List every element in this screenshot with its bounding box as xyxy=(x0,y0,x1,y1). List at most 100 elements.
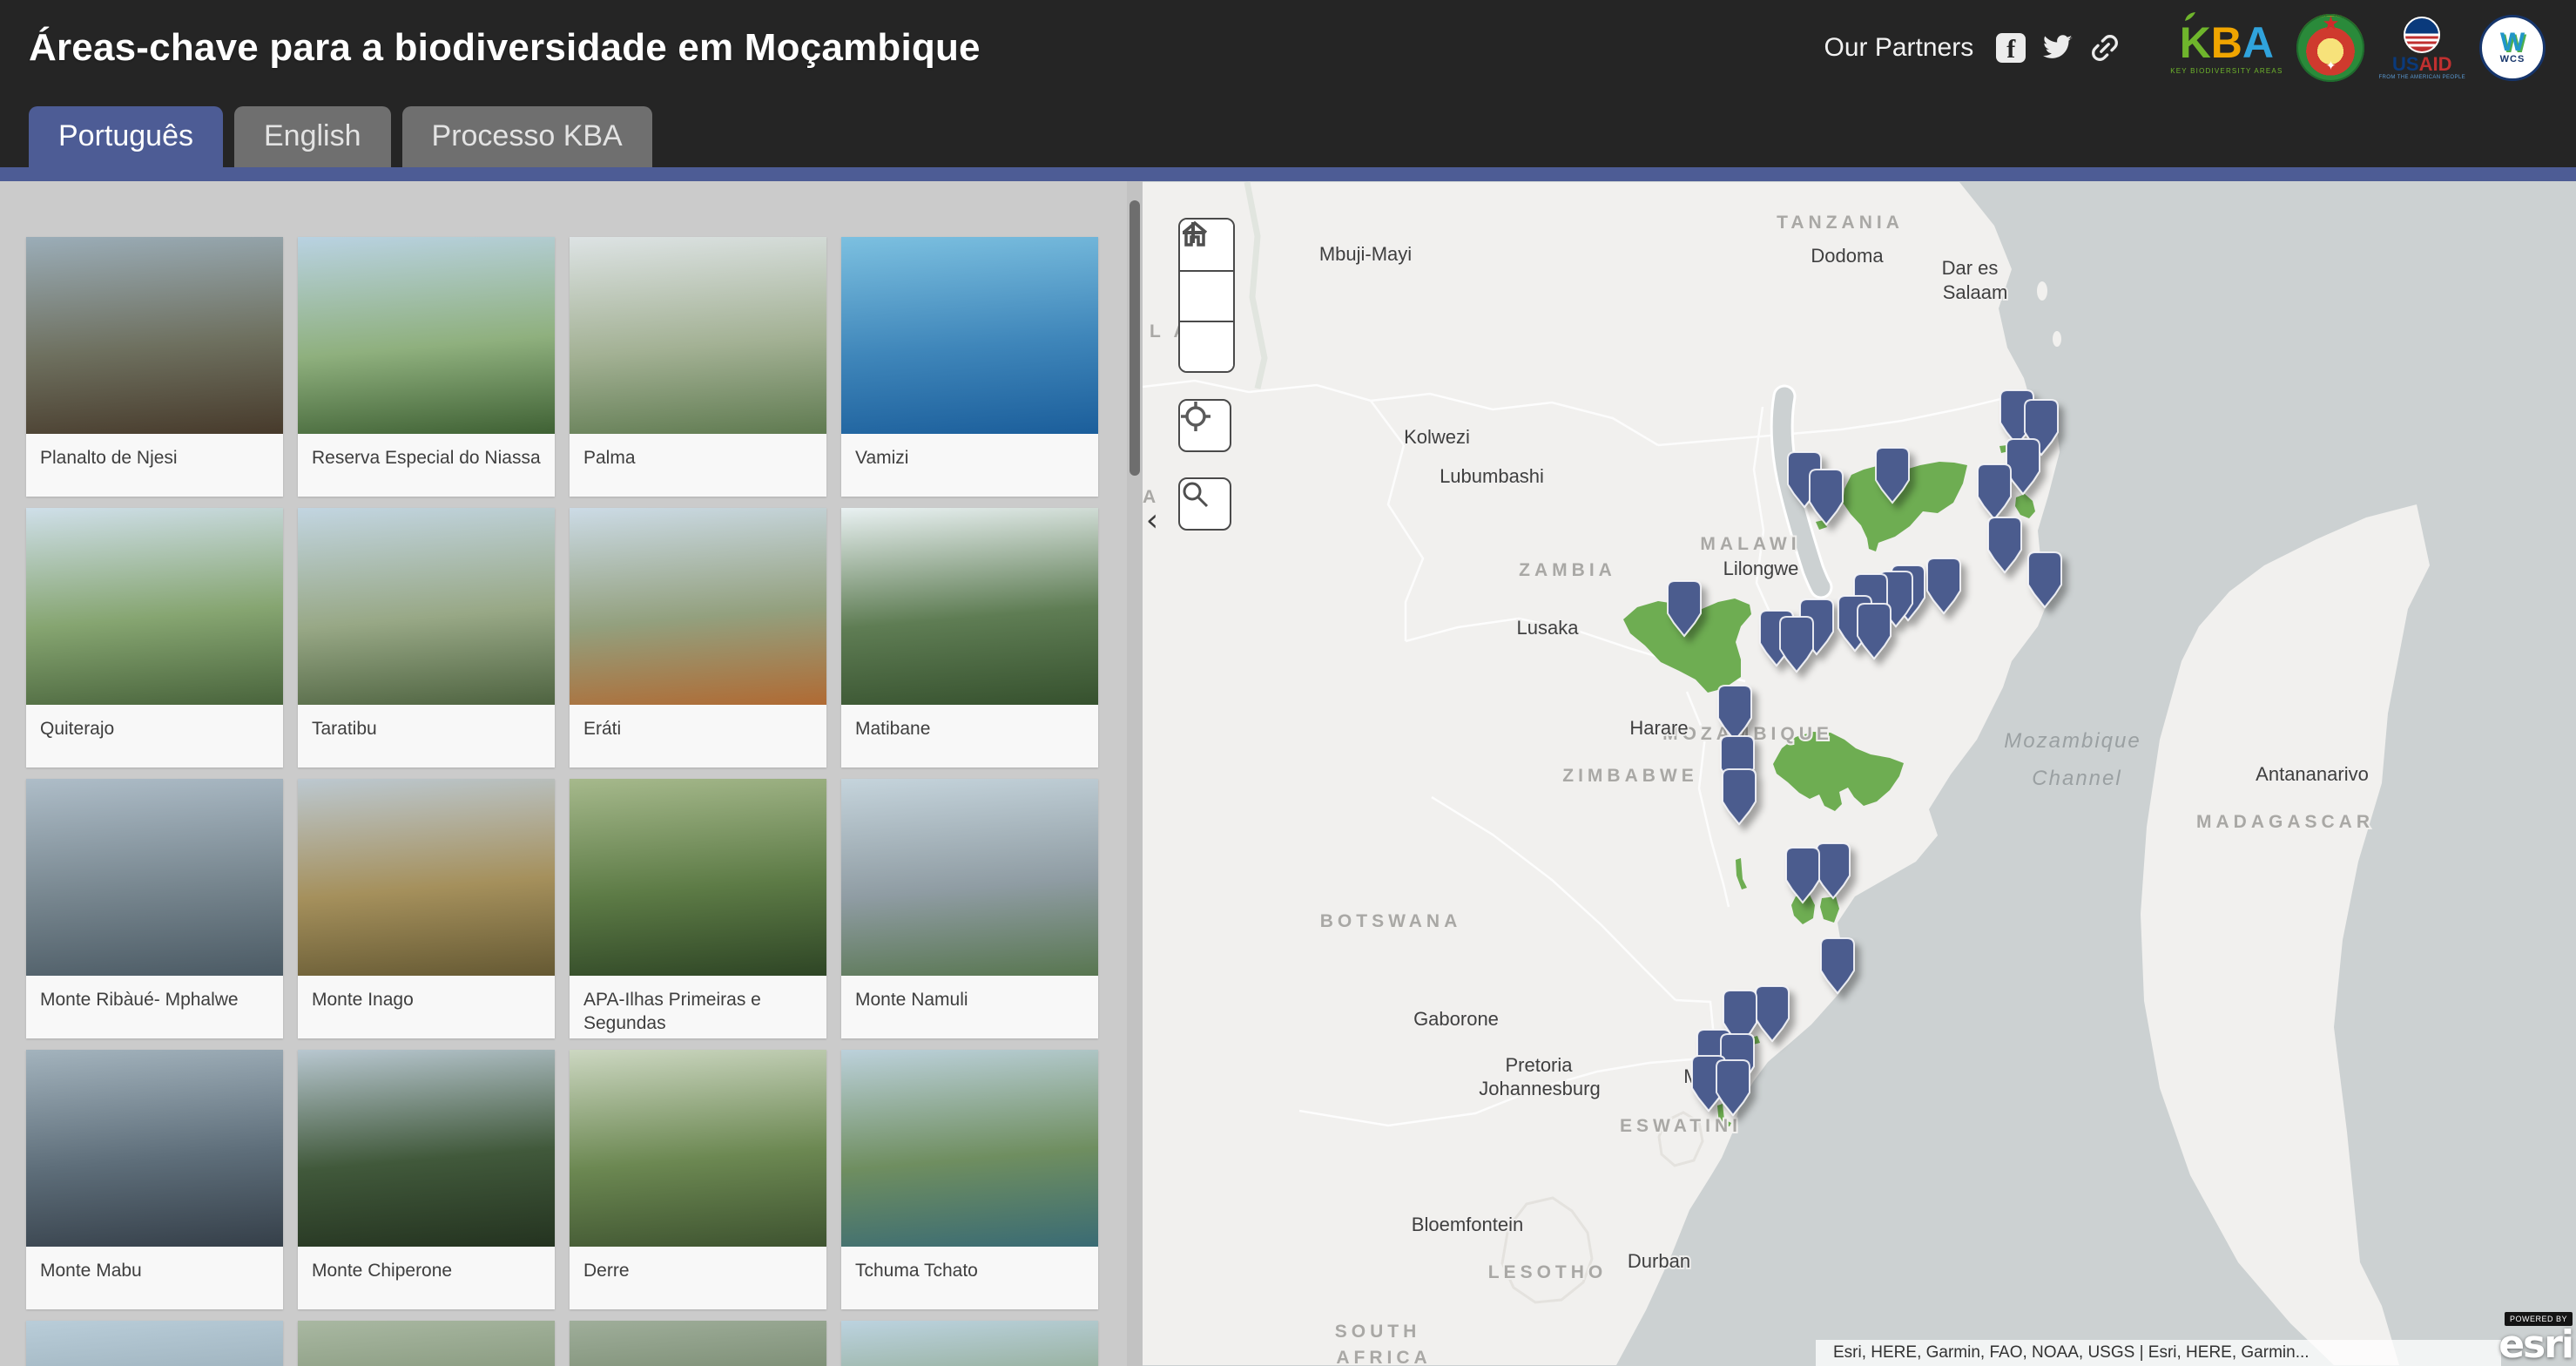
card-photo xyxy=(298,1321,555,1366)
twitter-icon[interactable] xyxy=(2041,31,2074,64)
map-label: Lusaka xyxy=(1517,617,1580,639)
mozambique-emblem-logo[interactable]: ★ ✦ xyxy=(2296,14,2364,82)
kba-card[interactable]: Tchuma Tchato xyxy=(841,1050,1098,1309)
card-photo xyxy=(841,779,1098,976)
map-label: Channel xyxy=(2032,767,2121,790)
card-title: Monte Chiperone xyxy=(298,1247,555,1309)
card-photo xyxy=(26,508,283,705)
kba-logo[interactable]: K B A KEY BIODIVERSITY AREAS xyxy=(2170,22,2283,75)
map-label: Mozambique xyxy=(2004,729,2141,753)
card-photo xyxy=(26,237,283,434)
card-photo xyxy=(298,237,555,434)
link-icon[interactable] xyxy=(2088,31,2121,64)
map-label: AFRICA xyxy=(1336,1348,1431,1366)
card-title: Monte Namuli xyxy=(841,976,1098,1038)
map-attribution: Esri, HERE, Garmin, FAO, NOAA, USGS | Es… xyxy=(1816,1340,2501,1366)
card-title: Tchuma Tchato xyxy=(841,1247,1098,1309)
kba-card[interactable] xyxy=(841,1321,1098,1366)
card-photo xyxy=(298,508,555,705)
map-label: MADAGASCAR xyxy=(2196,812,2374,832)
card-title: Vamizi xyxy=(841,434,1098,497)
kba-card[interactable]: Eráti xyxy=(570,508,826,768)
wcs-logo[interactable]: W WCS xyxy=(2479,15,2546,81)
card-photo xyxy=(298,779,555,976)
home-button[interactable] xyxy=(1180,270,1233,321)
kba-card[interactable]: Monte Namuli xyxy=(841,779,1098,1038)
card-title: Monte Inago xyxy=(298,976,555,1038)
map-label: Durban xyxy=(1628,1250,1690,1272)
map-label: Antananarivo xyxy=(2256,763,2369,785)
locate-button[interactable] xyxy=(1178,399,1231,452)
powered-by-esri[interactable]: POWERED BY esri xyxy=(2489,1310,2573,1364)
map-label: Dodoma xyxy=(1811,245,1884,267)
kba-card[interactable]: Vamizi xyxy=(841,237,1098,497)
card-photo xyxy=(841,1321,1098,1366)
card-grid: Planalto de NjesiReserva Especial do Nia… xyxy=(0,181,1143,1366)
zoom-out-button[interactable] xyxy=(1180,321,1233,371)
card-title: Eráti xyxy=(570,705,826,768)
kba-card[interactable]: Monte Mabu xyxy=(26,1050,283,1309)
kba-card[interactable]: Monte Ribàué- Mphalwe xyxy=(26,779,283,1038)
page-title: Áreas-chave para a biodiversidade em Moç… xyxy=(29,26,1806,70)
facebook-icon[interactable]: f xyxy=(1994,31,2027,64)
kba-card[interactable]: Derre xyxy=(570,1050,826,1309)
map-label: Pretoria xyxy=(1505,1054,1573,1076)
map-label: Lilongwe xyxy=(1723,558,1799,579)
kba-card[interactable]: Planalto de Njesi xyxy=(26,237,283,497)
card-photo xyxy=(570,508,826,705)
tab-portugu-s[interactable]: Português xyxy=(29,106,223,167)
map-label: MALAWI xyxy=(1700,534,1800,554)
card-title: Planalto de Njesi xyxy=(26,434,283,497)
map-label: ZAMBIA xyxy=(1519,560,1616,580)
kba-card[interactable]: APA-Ilhas Primeiras e Segundas xyxy=(570,779,826,1038)
kba-card[interactable]: Quiterajo xyxy=(26,508,283,768)
esri-logo: esri xyxy=(2498,1322,2573,1366)
panel-scrollbar[interactable] xyxy=(1127,181,1143,1366)
kba-card[interactable]: Matibane xyxy=(841,508,1098,768)
map-label: LESOTHO xyxy=(1488,1262,1608,1282)
kba-card[interactable] xyxy=(298,1321,555,1366)
kba-card[interactable]: Taratibu xyxy=(298,508,555,768)
map-label: TANZANIA xyxy=(1777,213,1904,233)
kba-card[interactable] xyxy=(26,1321,283,1366)
kba-caption: KEY BIODIVERSITY AREAS xyxy=(2170,67,2283,75)
map-label: ESWATINI xyxy=(1620,1116,1742,1136)
tab-processo-kba[interactable]: Processo KBA xyxy=(402,106,652,167)
card-photo xyxy=(841,237,1098,434)
island xyxy=(2053,331,2061,347)
app-header: Áreas-chave para a biodiversidade em Moç… xyxy=(0,0,2576,96)
map-label: Salaam xyxy=(1943,281,2008,303)
accent-bar xyxy=(0,167,2576,181)
card-title: Derre xyxy=(570,1247,826,1309)
language-tabbar: PortuguêsEnglishProcesso KBA xyxy=(0,96,2576,167)
card-photo xyxy=(570,779,826,976)
map-label: Lubumbashi xyxy=(1440,465,1544,487)
tab-english[interactable]: English xyxy=(234,106,391,167)
panel-scrollbar-thumb[interactable] xyxy=(1130,200,1140,476)
kba-card[interactable]: Reserva Especial do Niassa xyxy=(298,237,555,497)
map-label: Dar es xyxy=(1942,257,1999,279)
map-label: Gaborone xyxy=(1413,1008,1499,1030)
search-button[interactable] xyxy=(1178,477,1231,531)
collapse-panel-chevron[interactable]: ‹ xyxy=(1143,502,1162,538)
card-photo xyxy=(26,1321,283,1366)
card-title: Reserva Especial do Niassa xyxy=(298,434,555,497)
card-title: Palma xyxy=(570,434,826,497)
map-label: Johannesburg xyxy=(1479,1078,1600,1099)
usaid-logo[interactable]: USAID FROM THE AMERICAN PEOPLE xyxy=(2378,17,2465,80)
card-photo xyxy=(298,1050,555,1247)
map-label: BOTSWANA xyxy=(1320,911,1462,931)
card-title: Matibane xyxy=(841,705,1098,768)
kba-card[interactable]: Palma xyxy=(570,237,826,497)
card-photo xyxy=(570,237,826,434)
island xyxy=(2037,281,2047,301)
kba-card[interactable]: Monte Chiperone xyxy=(298,1050,555,1309)
map[interactable]: TANZANIAZAMBIAMALAWIMOZAMBIQUEZIMBABWEBO… xyxy=(1143,181,2576,1366)
kba-card[interactable] xyxy=(570,1321,826,1366)
card-title: Monte Ribàué- Mphalwe xyxy=(26,976,283,1038)
card-photo xyxy=(570,1321,826,1366)
map-canvas[interactable]: TANZANIAZAMBIAMALAWIMOZAMBIQUEZIMBABWEBO… xyxy=(1143,181,2576,1366)
map-label: ZIMBABWE xyxy=(1562,766,1697,786)
card-title: APA-Ilhas Primeiras e Segundas xyxy=(570,976,826,1038)
kba-card[interactable]: Monte Inago xyxy=(298,779,555,1038)
